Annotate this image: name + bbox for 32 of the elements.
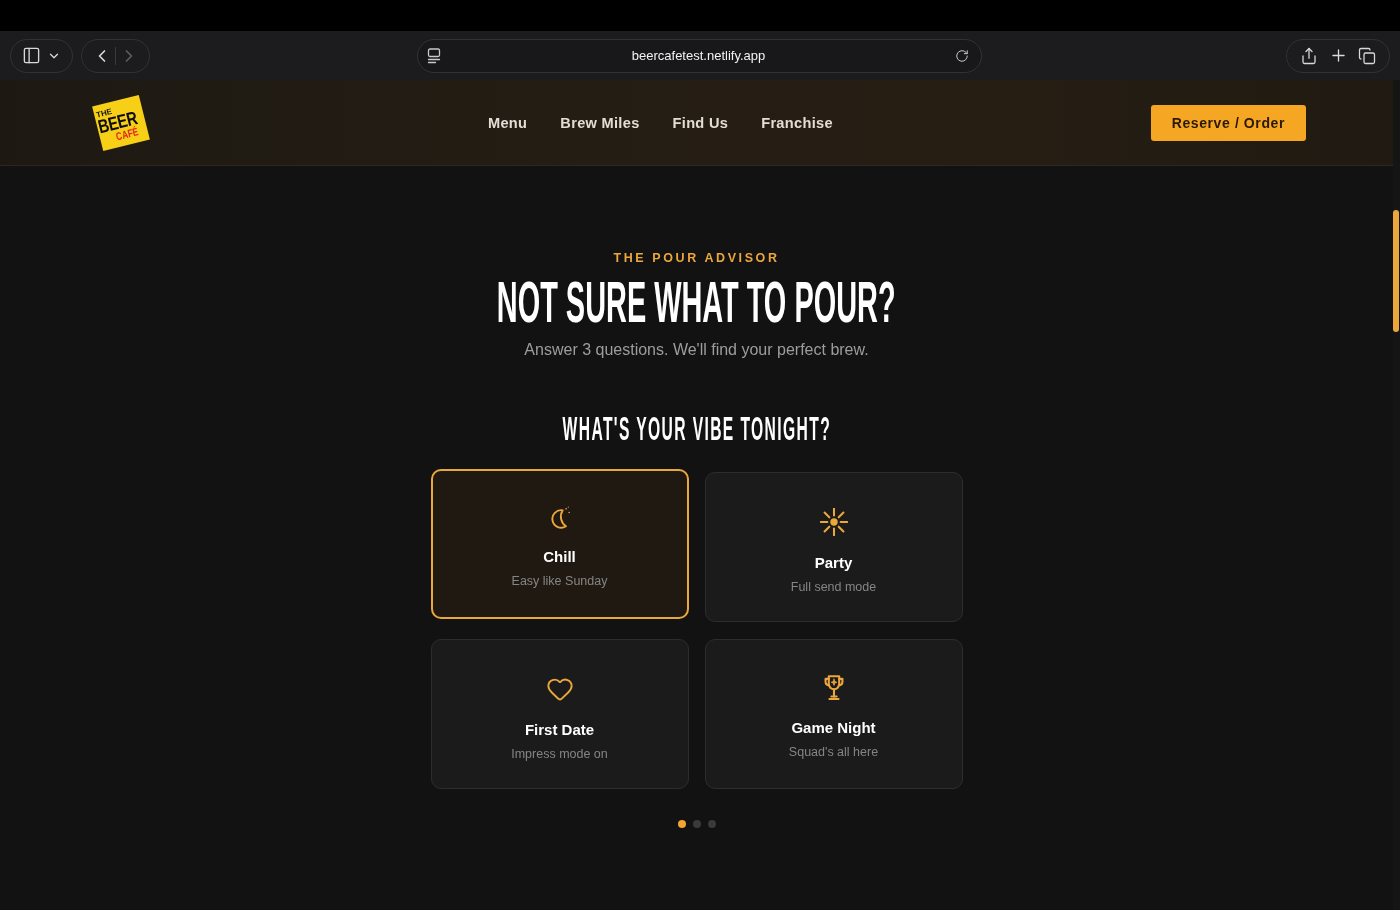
- vibe-option-card[interactable]: Game Night Squad's all here: [704, 639, 963, 789]
- option-title: Chill: [543, 547, 576, 566]
- option-description: Impress mode on: [511, 747, 608, 762]
- address-bar[interactable]: beercafetest.netlify.app: [416, 38, 983, 73]
- option-description: Easy like Sunday: [511, 574, 608, 589]
- reload-icon[interactable]: [955, 48, 970, 63]
- logo[interactable]: THE BEER CAFÉ: [92, 94, 150, 151]
- subheading: Answer 3 questions. We'll find your perfect brew.: [524, 340, 869, 360]
- nav-link[interactable]: Find Us: [672, 114, 729, 131]
- section-eyebrow: THE POUR ADVISOR: [613, 251, 780, 265]
- vibe-option-card[interactable]: First Date Impress mode on: [430, 639, 689, 789]
- option-title: Game Night: [791, 718, 876, 737]
- trophy-icon: [822, 675, 845, 701]
- sidebar-icon[interactable]: [22, 46, 41, 65]
- share-icon[interactable]: [1300, 46, 1319, 65]
- page-heading: NOT SURE WHAT TO POUR?: [497, 272, 896, 332]
- nav-link[interactable]: Menu: [488, 114, 528, 131]
- vibe-option-card[interactable]: Party Full send mode: [704, 472, 963, 622]
- nav-link[interactable]: Brew Miles: [560, 114, 640, 131]
- url-text: beercafetest.netlify.app: [630, 48, 767, 63]
- option-description: Squad's all here: [788, 745, 879, 760]
- stacked-squares-icon[interactable]: [1357, 46, 1376, 65]
- page-menu-icon[interactable]: [425, 47, 442, 64]
- option-title: Party: [814, 553, 853, 572]
- nav-link[interactable]: Franchise: [761, 114, 833, 131]
- vibe-option-card[interactable]: Chill Easy like Sunday: [430, 469, 689, 619]
- reserve-order-button[interactable]: Reserve / Order: [1150, 104, 1306, 141]
- question-heading: WHAT'S YOUR VIBE TONIGHT?: [562, 410, 831, 446]
- sun-icon: [819, 508, 848, 536]
- scrollbar-thumb[interactable]: [1393, 210, 1399, 332]
- option-description: Full send mode: [790, 580, 877, 595]
- option-title: First Date: [524, 720, 595, 739]
